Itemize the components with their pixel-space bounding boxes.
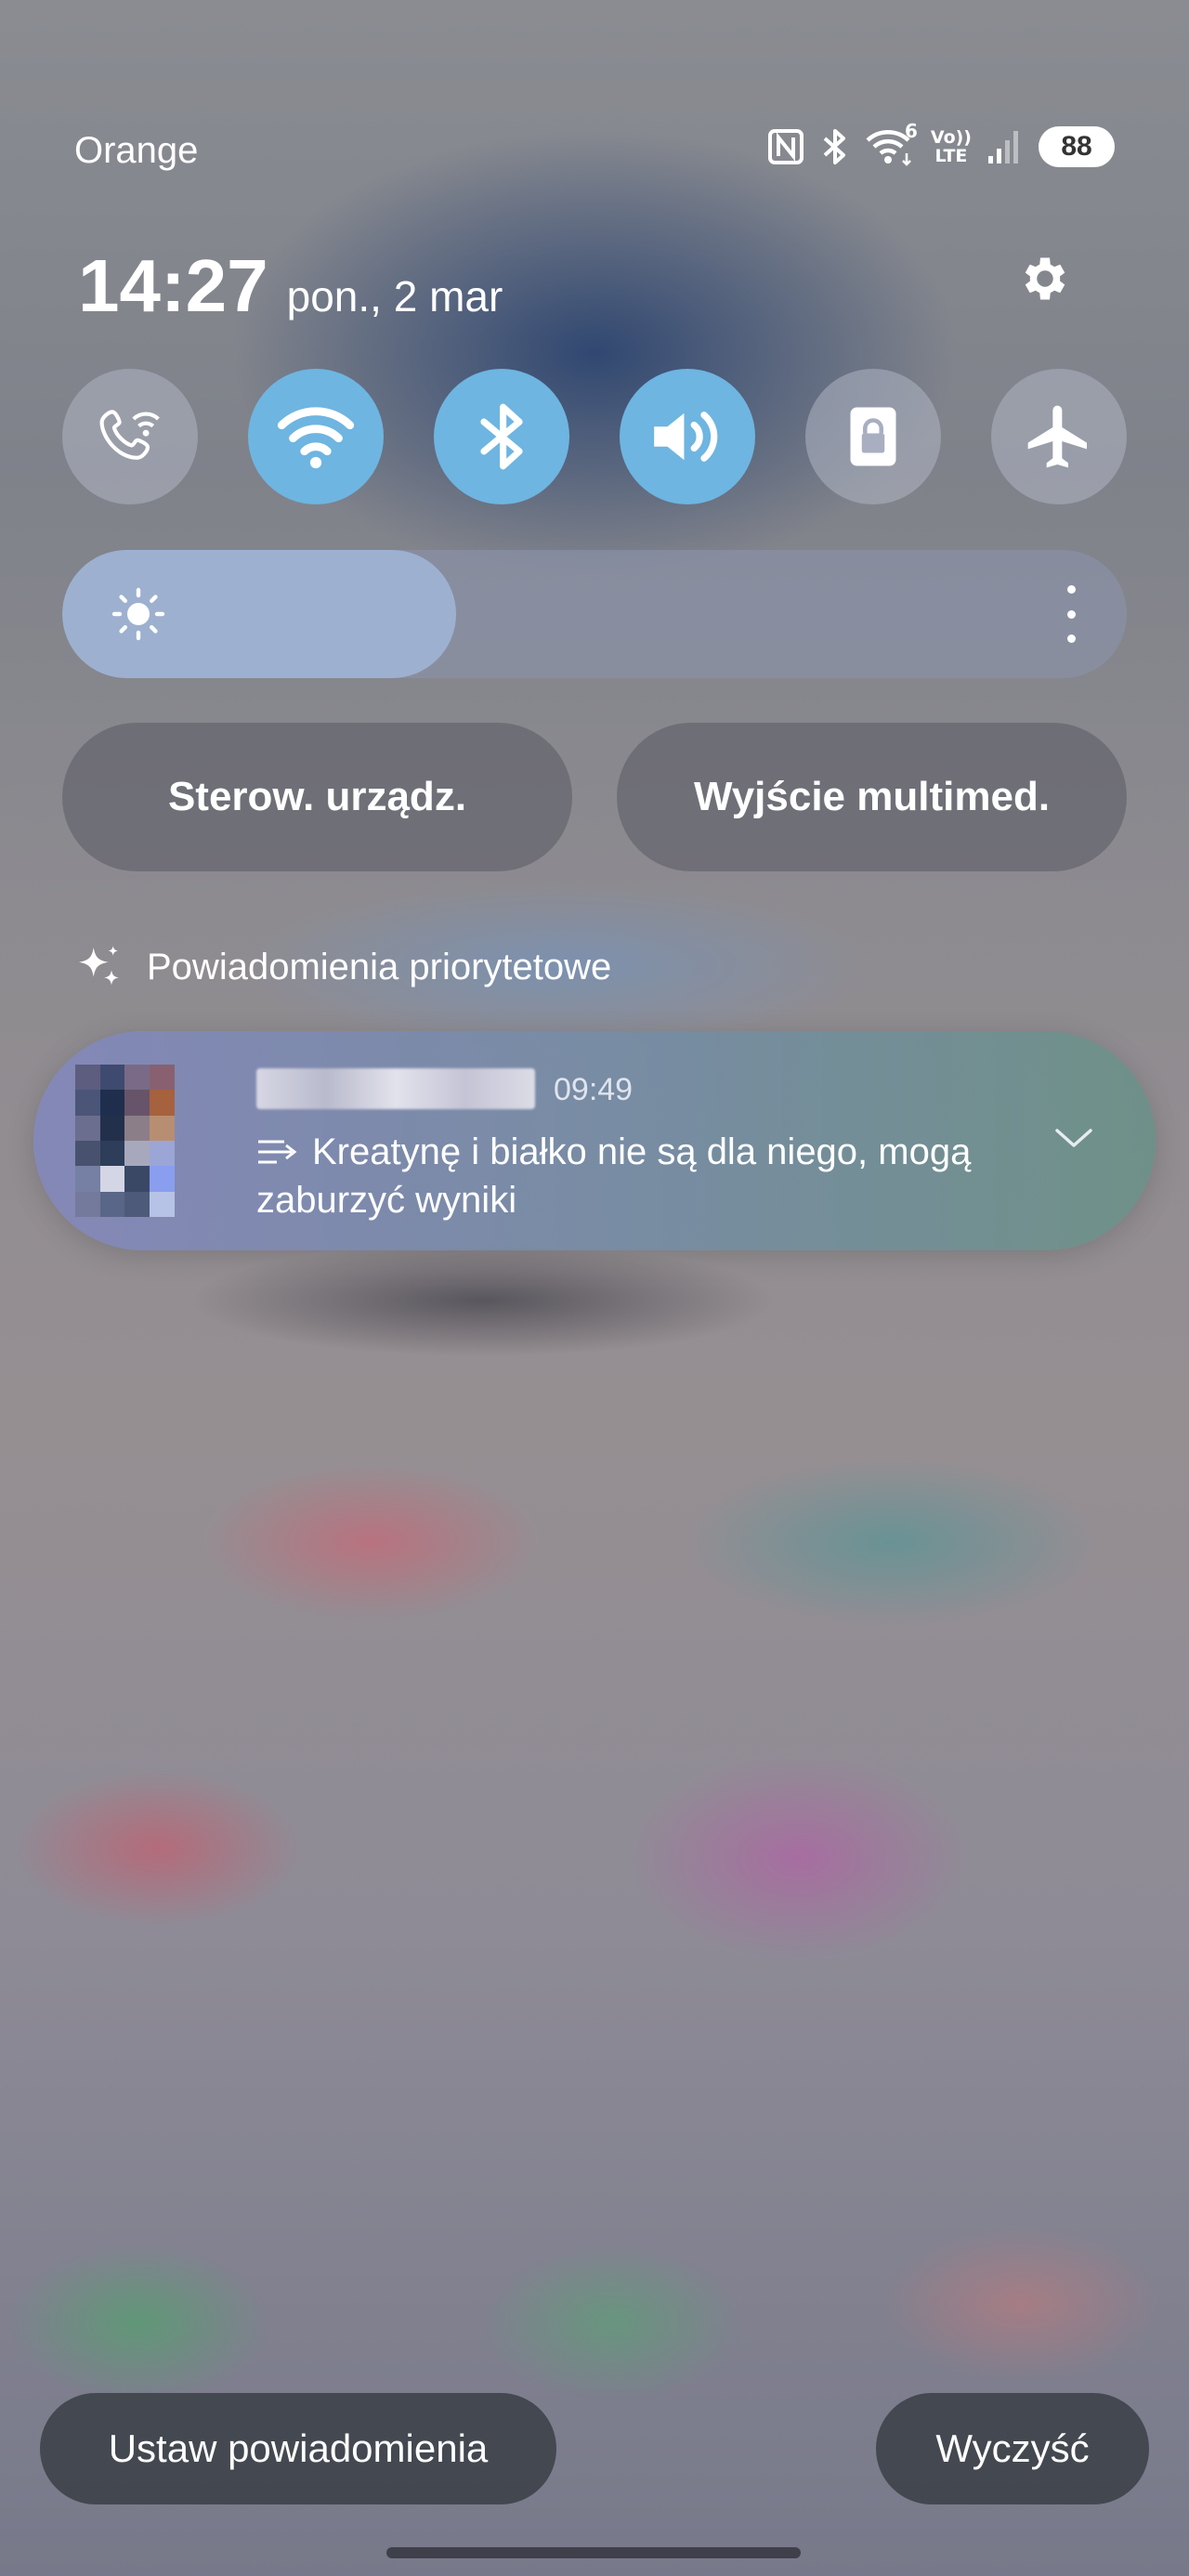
smart-reply-icon	[256, 1133, 299, 1178]
status-icons: 6 Vo)) LTE 88	[767, 120, 1115, 167]
wifi-6-icon: 6	[866, 120, 918, 166]
notification-time: 09:49	[554, 1072, 634, 1107]
wifi-toggle[interactable]	[248, 369, 384, 504]
volte-label: Vo))	[930, 127, 972, 148]
bluetooth-toggle[interactable]	[434, 369, 569, 504]
notification-body: Kreatynę i białko nie są dla niego, mogą…	[256, 1130, 1018, 1223]
clear-all-button[interactable]: Wyczyść	[876, 2393, 1149, 2504]
signal-icon	[986, 128, 1024, 165]
device-control-button[interactable]: Sterow. urządz.	[62, 723, 572, 871]
clock[interactable]: 14:27	[78, 243, 268, 329]
notification-sender-redacted	[256, 1068, 535, 1109]
brightness-more-options-icon[interactable]	[1062, 585, 1080, 643]
wifi-icon	[277, 407, 355, 469]
wifi-calling-toggle[interactable]	[62, 369, 198, 504]
chevron-down-icon	[1055, 1129, 1092, 1147]
priority-notifications-title: Powiadomienia priorytetowe	[147, 946, 612, 987]
sun-icon	[109, 584, 168, 647]
airplane-mode-toggle[interactable]	[991, 369, 1127, 504]
wifi-standard-label: 6	[904, 120, 918, 142]
lte-label: LTE	[934, 146, 968, 166]
gear-icon	[1025, 257, 1065, 300]
clock-row: 14:27 pon., 2 mar	[78, 243, 503, 329]
sound-icon	[654, 412, 718, 462]
notification-settings-button[interactable]: Ustaw powiadomienia	[40, 2393, 556, 2504]
airplane-mode-icon	[1027, 405, 1087, 468]
settings-button[interactable]	[1013, 246, 1078, 311]
bluetooth-icon	[819, 127, 851, 166]
secure-folder-icon	[850, 407, 896, 466]
status-bar: Orange 6 Vo)) LTE 88	[0, 120, 1189, 186]
date[interactable]: pon., 2 mar	[287, 271, 503, 321]
wifi-calling-icon	[99, 410, 160, 460]
media-output-button[interactable]: Wyjście multimed.	[617, 723, 1127, 871]
sound-toggle[interactable]	[620, 369, 755, 504]
brightness-slider[interactable]	[62, 550, 1127, 678]
home-indicator[interactable]	[386, 2547, 801, 2558]
carrier-name: Orange	[74, 130, 199, 171]
priority-notifications-header: Powiadomienia priorytetowe	[72, 941, 611, 993]
sparkle-icon	[79, 946, 119, 986]
volte-lte-icon: Vo)) LTE	[931, 128, 972, 165]
notification-card[interactable]: 09:49 Kreatynę i białko nie są dla niego…	[33, 1031, 1156, 1250]
bluetooth-icon	[480, 403, 523, 470]
battery-indicator: 88	[1039, 126, 1115, 167]
nfc-icon	[767, 128, 804, 165]
expand-button[interactable]	[1046, 1115, 1102, 1161]
avatar	[75, 1065, 224, 1217]
notification-message: Kreatynę i białko nie są dla niego, mogą…	[256, 1131, 972, 1221]
secure-folder-toggle[interactable]	[805, 369, 941, 504]
